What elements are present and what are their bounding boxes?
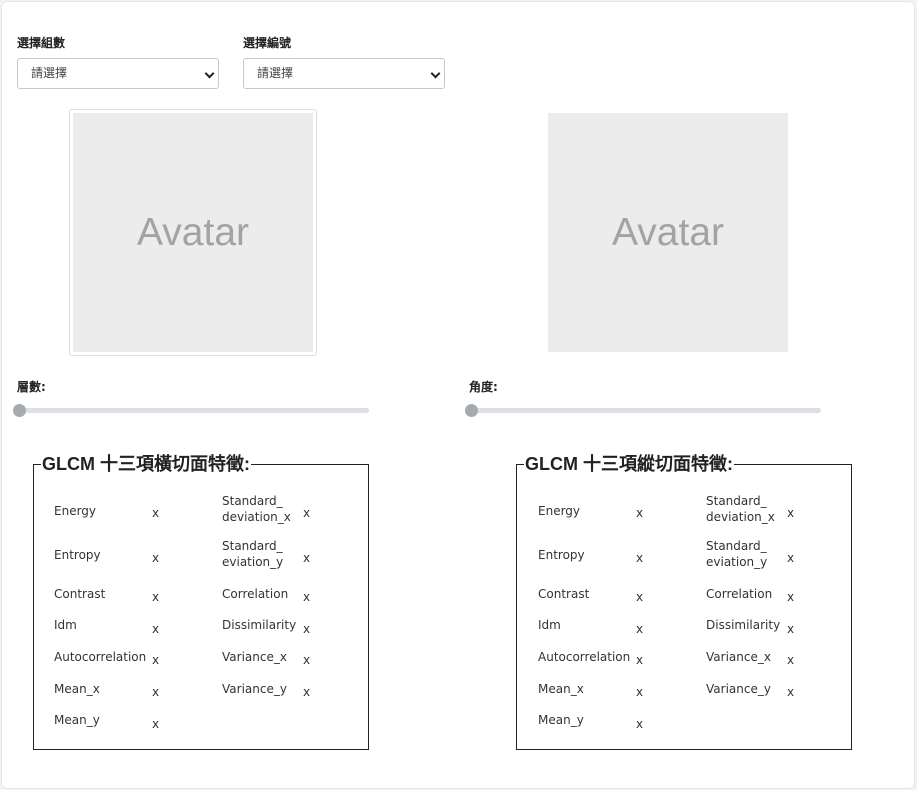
feature-value-mean-y: x bbox=[152, 717, 160, 731]
feature-value-mean-x: x bbox=[636, 685, 644, 699]
feature-value-std-dev-y: x bbox=[303, 551, 311, 565]
feature-name-variance-y: Variance_y bbox=[706, 682, 771, 696]
layers-slider-label: 層數: bbox=[17, 380, 46, 394]
feature-name-dissimilarity: Dissimilarity bbox=[222, 618, 297, 632]
horizontal-features-panel: GLCM 十三項橫切面特徵: Energy x Entropy x Contra… bbox=[33, 452, 369, 750]
angle-slider-thumb[interactable] bbox=[465, 404, 478, 417]
feature-value-mean-x: x bbox=[152, 685, 160, 699]
angle-slider-label: 角度: bbox=[469, 380, 498, 394]
feature-value-autocorrelation: x bbox=[636, 653, 644, 667]
feature-value-variance-x: x bbox=[787, 653, 795, 667]
feature-name-entropy: Entropy bbox=[54, 548, 101, 562]
feature-value-correlation: x bbox=[303, 590, 311, 604]
feature-value-idm: x bbox=[636, 622, 644, 636]
feature-value-contrast: x bbox=[636, 590, 644, 604]
horizontal-panel-title: GLCM 十三項橫切面特徵: bbox=[41, 452, 251, 476]
feature-name-std-dev-x-line2: deviation_x bbox=[706, 510, 775, 524]
vertical-features-panel: GLCM 十三項縱切面特徵: Energy x Entropy x Contra… bbox=[516, 452, 852, 750]
feature-name-std-dev-x-line2: deviation_x bbox=[222, 510, 291, 524]
feature-name-std-dev-x: Standard_ deviation_x bbox=[222, 493, 291, 525]
layers-slider[interactable] bbox=[13, 404, 369, 417]
feature-value-autocorrelation: x bbox=[152, 653, 160, 667]
feature-name-std-dev-y: Standard_ eviation_y bbox=[706, 538, 767, 570]
feature-name-std-dev-x-line1: Standard_ bbox=[222, 494, 283, 508]
vertical-panel-title: GLCM 十三項縱切面特徵: bbox=[524, 452, 734, 476]
feature-name-mean-x: Mean_x bbox=[54, 682, 100, 696]
feature-value-variance-y: x bbox=[303, 685, 311, 699]
feature-value-std-dev-x: x bbox=[787, 506, 795, 520]
feature-name-mean-y: Mean_y bbox=[538, 713, 584, 727]
chevron-down-icon bbox=[204, 68, 215, 79]
feature-value-energy: x bbox=[636, 506, 644, 520]
feature-name-dissimilarity: Dissimilarity bbox=[706, 618, 781, 632]
feature-name-idm: Idm bbox=[54, 618, 77, 632]
group-select[interactable]: 請選擇 bbox=[17, 58, 219, 89]
feature-name-contrast: Contrast bbox=[538, 587, 590, 601]
feature-name-idm: Idm bbox=[538, 618, 561, 632]
feature-value-entropy: x bbox=[636, 551, 644, 565]
feature-name-contrast: Contrast bbox=[54, 587, 106, 601]
feature-value-std-dev-x: x bbox=[303, 506, 311, 520]
feature-name-correlation: Correlation bbox=[706, 587, 773, 601]
feature-name-variance-x: Variance_x bbox=[706, 650, 771, 664]
feature-value-variance-x: x bbox=[303, 653, 311, 667]
feature-name-mean-y: Mean_y bbox=[54, 713, 100, 727]
feature-name-std-dev-x: Standard_ deviation_x bbox=[706, 493, 775, 525]
feature-name-energy: Energy bbox=[54, 504, 97, 518]
feature-value-std-dev-y: x bbox=[787, 551, 795, 565]
number-select[interactable]: 請選擇 bbox=[243, 58, 445, 89]
right-avatar-image: Avatar bbox=[548, 113, 788, 352]
feature-name-std-dev-y-line1: Standard_ bbox=[706, 539, 767, 553]
feature-name-variance-y: Variance_y bbox=[222, 682, 287, 696]
right-avatar-placeholder: Avatar bbox=[611, 210, 724, 254]
feature-value-entropy: x bbox=[152, 551, 160, 565]
feature-name-std-dev-y: Standard_ eviation_y bbox=[222, 538, 283, 570]
feature-name-std-dev-x-line1: Standard_ bbox=[706, 494, 767, 508]
left-avatar-placeholder: Avatar bbox=[136, 210, 249, 254]
feature-name-std-dev-y-line2: eviation_y bbox=[222, 555, 284, 569]
feature-value-dissimilarity: x bbox=[787, 622, 795, 636]
left-avatar-image: Avatar bbox=[73, 113, 313, 352]
feature-value-idm: x bbox=[152, 622, 160, 636]
feature-value-variance-y: x bbox=[787, 685, 795, 699]
feature-name-std-dev-y-line2: eviation_y bbox=[706, 555, 768, 569]
chevron-down-icon bbox=[430, 68, 441, 79]
feature-value-contrast: x bbox=[152, 590, 160, 604]
group-selector: 選擇組數 請選擇 bbox=[17, 36, 219, 89]
feature-name-energy: Energy bbox=[538, 504, 581, 518]
feature-value-mean-y: x bbox=[636, 717, 644, 731]
number-select-value: 請選擇 bbox=[257, 66, 294, 80]
feature-value-energy: x bbox=[152, 506, 160, 520]
feature-value-correlation: x bbox=[787, 590, 795, 604]
group-select-label: 選擇組數 bbox=[17, 36, 66, 50]
number-selector: 選擇編號 請選擇 bbox=[243, 36, 445, 89]
layers-slider-thumb[interactable] bbox=[13, 404, 26, 417]
feature-name-mean-x: Mean_x bbox=[538, 682, 584, 696]
number-select-label: 選擇編號 bbox=[243, 36, 292, 50]
feature-name-variance-x: Variance_x bbox=[222, 650, 287, 664]
feature-name-entropy: Entropy bbox=[538, 548, 585, 562]
feature-name-std-dev-y-line1: Standard_ bbox=[222, 539, 283, 553]
group-select-value: 請選擇 bbox=[31, 66, 68, 80]
feature-name-autocorrelation: Autocorrelation bbox=[54, 650, 147, 664]
feature-value-dissimilarity: x bbox=[303, 622, 311, 636]
angle-slider[interactable] bbox=[465, 404, 821, 417]
feature-name-autocorrelation: Autocorrelation bbox=[538, 650, 631, 664]
feature-name-correlation: Correlation bbox=[222, 587, 289, 601]
